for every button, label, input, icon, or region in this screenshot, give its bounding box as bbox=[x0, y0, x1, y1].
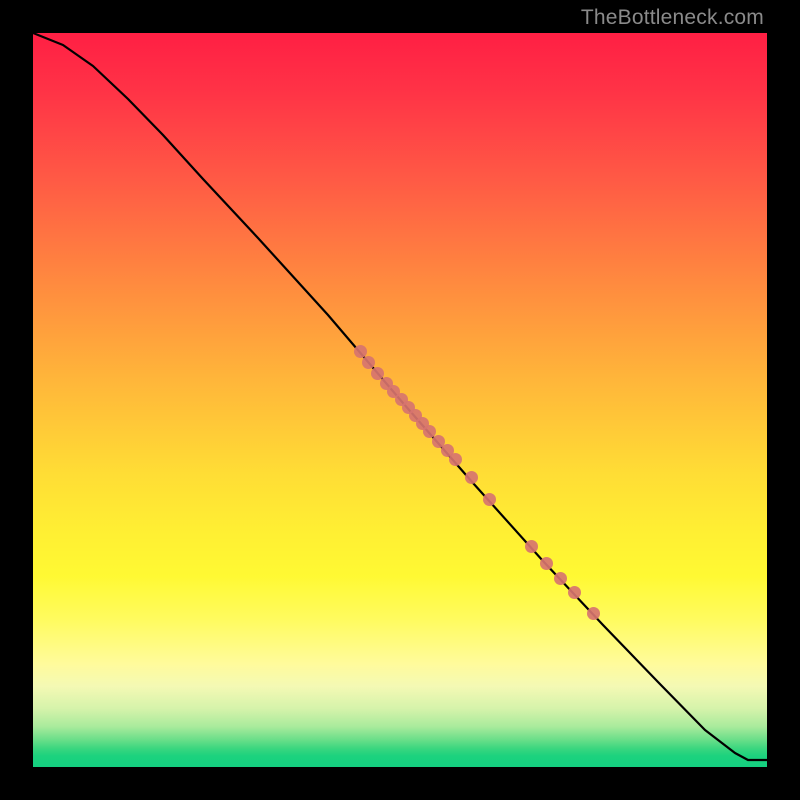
data-point bbox=[354, 345, 367, 358]
data-point bbox=[525, 540, 538, 553]
data-point bbox=[483, 493, 496, 506]
data-point bbox=[362, 356, 375, 369]
data-point bbox=[568, 586, 581, 599]
data-point bbox=[554, 572, 567, 585]
data-point bbox=[587, 607, 600, 620]
plot-area bbox=[33, 33, 767, 767]
data-point bbox=[465, 471, 478, 484]
data-point bbox=[540, 557, 553, 570]
chart-stage: TheBottleneck.com bbox=[0, 0, 800, 800]
data-point bbox=[449, 453, 462, 466]
watermark-text: TheBottleneck.com bbox=[581, 6, 764, 30]
